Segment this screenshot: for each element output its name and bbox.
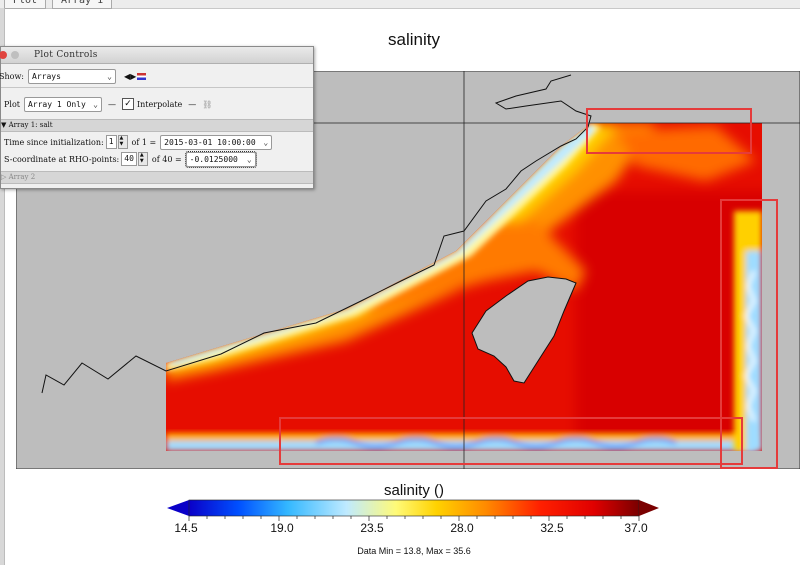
plot-select[interactable]: Array 1 Only ⌄ [23,96,102,112]
chevron-down-icon: ⌄ [246,154,252,164]
time-of-label: of 1 = [131,137,157,147]
show-label: Show: [0,71,24,81]
tab-array-1[interactable]: Array 1 [52,0,113,9]
flag-icon [137,72,147,80]
plot-row: Plot Array 1 Only ⌄ — ✓ Interpolate — ⛓ [4,96,212,112]
minimize-icon[interactable] [11,51,19,59]
chevron-down-icon: ⌄ [263,137,269,147]
data-min-max: Data Min = 13.8, Max = 35.6 [357,546,471,556]
section-array-1[interactable]: ▼ Array 1: salt [1,119,313,132]
time-row: Time since initialization: 1 ▲ ▼ of 1 = 2… [4,134,273,150]
colorbar-gradient [188,499,640,517]
separator-dash: — [107,99,116,109]
plot-controls-panel[interactable]: Plot Controls Show: Arrays ⌄ ◀▶ Plot Arra… [0,46,314,189]
s-value: -0.0125000 [189,154,238,164]
section-array-2[interactable]: ▷ Array 2 [1,171,313,184]
time-value-select[interactable]: 2015-03-01 10:00:00 ⌄ [160,134,273,150]
colorbar-tick-label: 19.0 [270,521,294,535]
colorbar-under-arrow [167,500,189,516]
show-row: Show: Arrays ⌄ ◀▶ [0,68,147,84]
time-value: 2015-03-01 10:00:00 [164,137,256,147]
s-of-label: of 40 = [151,154,182,164]
time-index-input[interactable]: 1 [105,135,117,149]
colorbar-tick-label: 23.5 [360,521,384,535]
plot-select-value: Array 1 Only [27,99,86,109]
tab-bar: Plot Array 1 [0,0,800,9]
panel-title: Plot Controls [34,50,98,60]
s-stepper[interactable]: ▲ ▼ [137,152,148,166]
colorbar-tick-label: 37.0 [624,521,648,535]
colorbar-title: salinity () [383,482,444,499]
section-array-1-label: Array 1: salt [8,121,53,129]
time-label: Time since initialization: [4,137,104,147]
s-index-input[interactable]: 40 [121,152,137,166]
panel-title-bar[interactable]: Plot Controls [0,47,313,64]
collapse-triangle-icon: ▷ [1,173,7,181]
colorbar-over-arrow [639,500,659,516]
prev-next-icon[interactable]: ◀▶ [124,72,136,81]
close-icon[interactable] [0,51,7,59]
s-value-select[interactable]: -0.0125000 ⌄ [184,150,257,168]
colorbar-tick-label: 14.5 [174,521,198,535]
s-coordinate-row: S-coordinate at RHO-points: 40 ▲ ▼ of 40 … [4,150,257,168]
expand-triangle-icon: ▼ [1,121,7,129]
colorbar-tick-label: 32.5 [540,521,564,535]
colorbar [167,499,659,521]
separator-dash: — [188,99,197,109]
show-select-value: Arrays [32,71,61,81]
section-array-2-label: Array 2 [8,173,36,181]
chevron-down-icon: ⌄ [93,99,98,109]
divider [1,87,313,88]
interpolate-checkbox[interactable]: ✓ [121,98,134,110]
tab-plot[interactable]: Plot [4,0,47,9]
s-coordinate-label: S-coordinate at RHO-points: [4,154,120,164]
colorbar-tick-label: 28.0 [450,521,474,535]
show-select[interactable]: Arrays ⌄ [28,68,116,84]
chevron-down-icon: ⌄ [107,71,112,81]
interpolate-label: Interpolate [136,99,183,109]
link-icon[interactable]: ⛓ [202,100,212,109]
plot-label: Plot [4,99,20,109]
time-stepper[interactable]: ▲ ▼ [117,135,128,149]
